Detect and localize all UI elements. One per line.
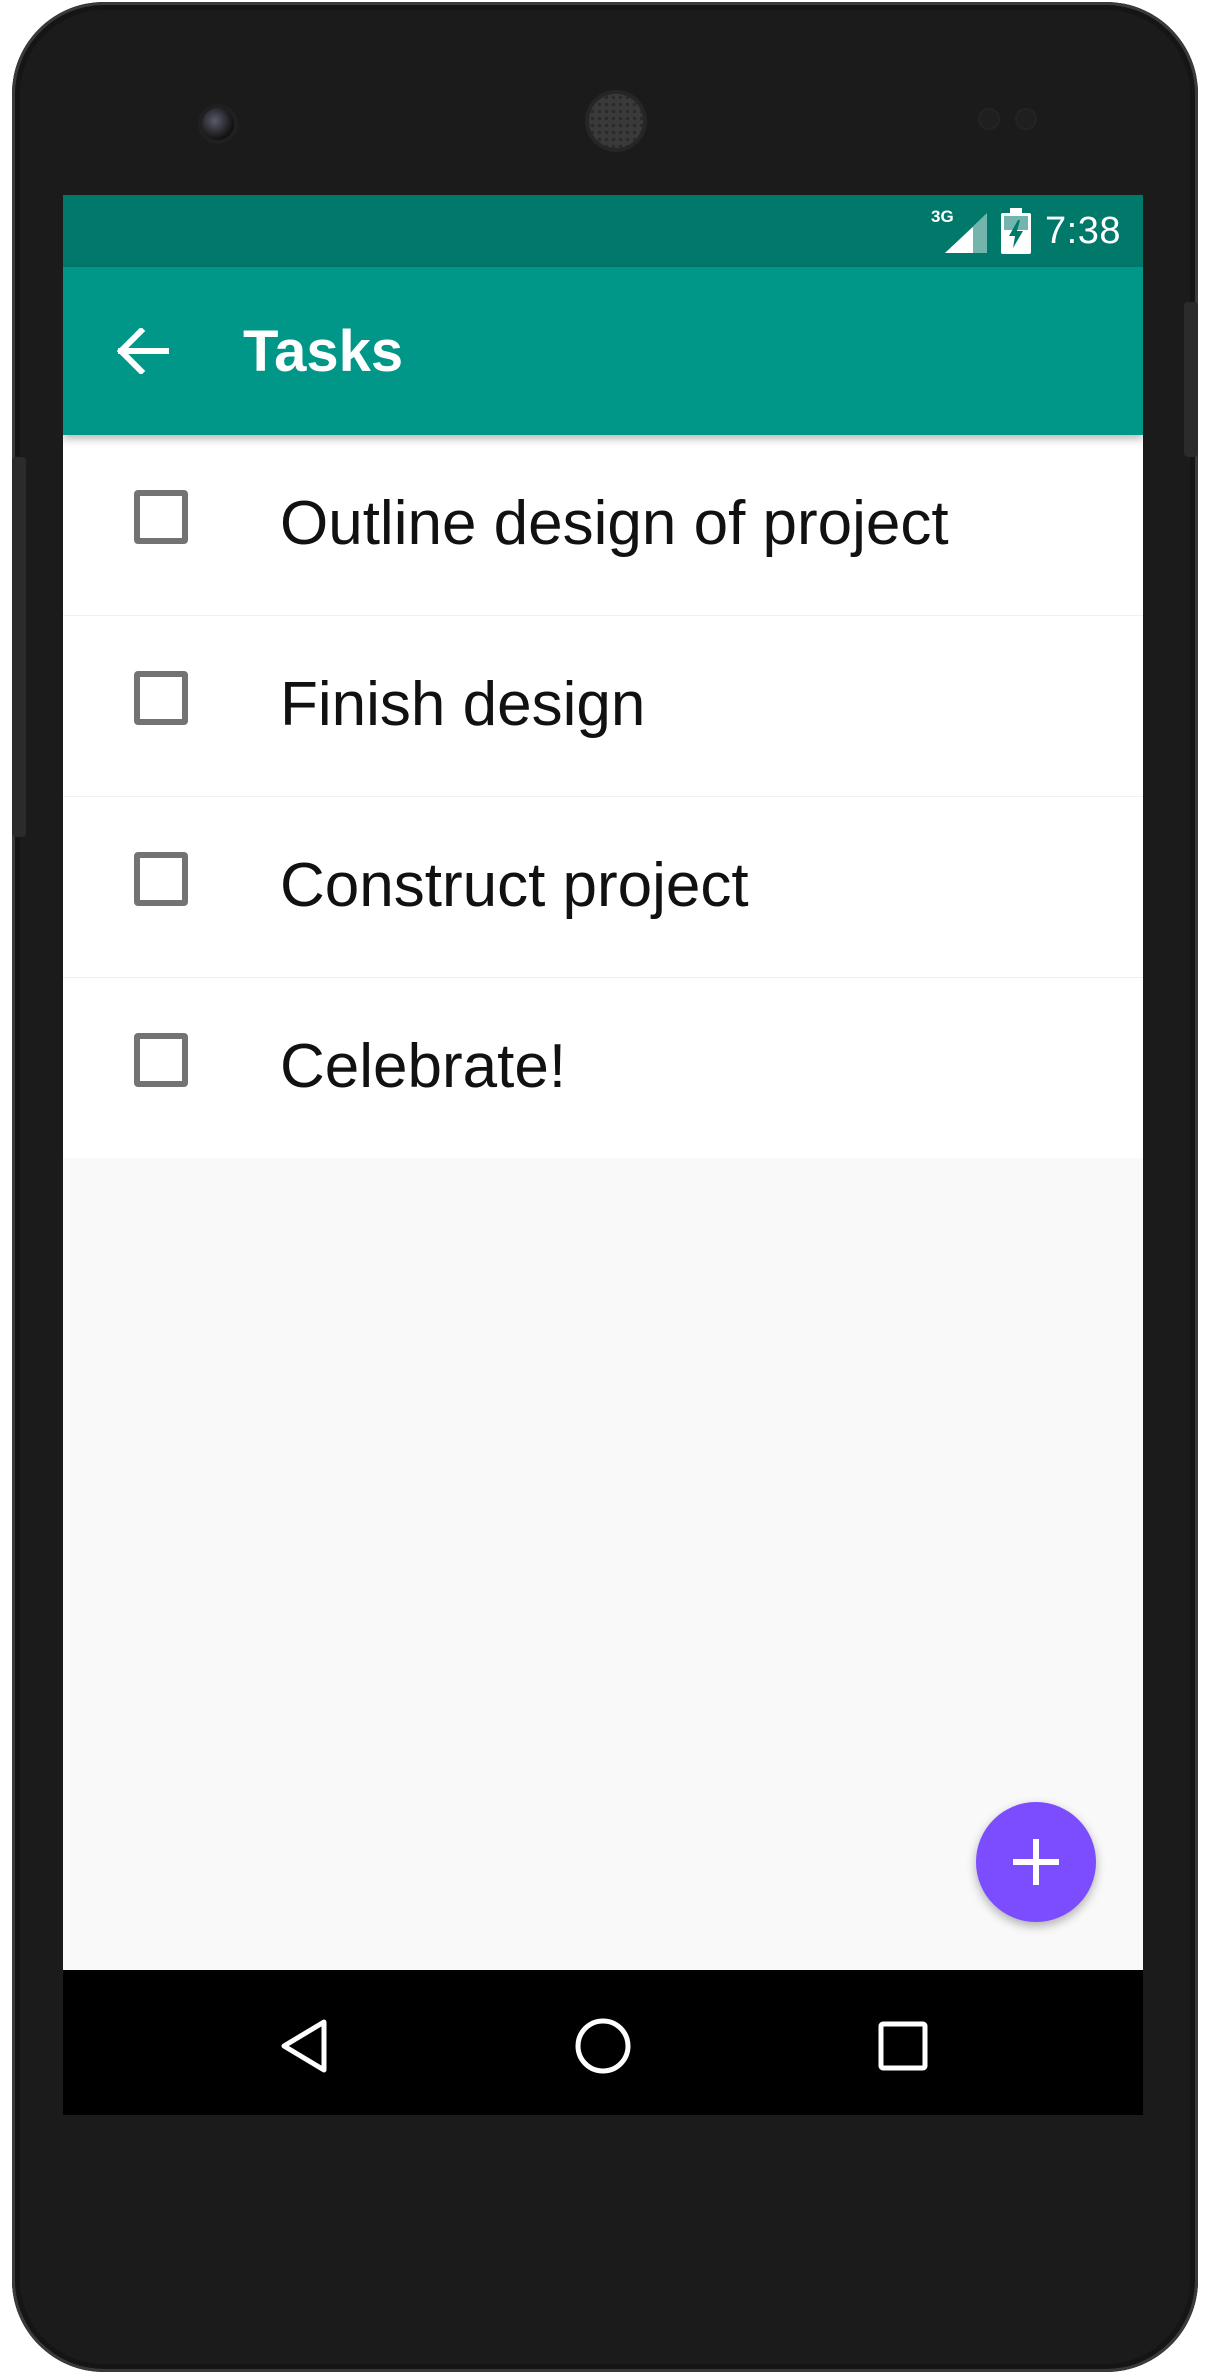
task-label: Celebrate! [280, 1032, 567, 1101]
power-button [1184, 302, 1198, 457]
back-triangle-icon [281, 2019, 327, 2073]
task-row[interactable]: Finish design [63, 616, 1143, 797]
task-label: Finish design [280, 670, 646, 739]
recents-square-icon [878, 2021, 928, 2071]
task-row[interactable]: Construct project [63, 797, 1143, 978]
signal-indicator: 3G [931, 207, 988, 253]
task-row[interactable]: Outline design of project [63, 435, 1143, 616]
nav-home-button[interactable] [563, 2006, 643, 2086]
battery-indicator [1001, 208, 1032, 254]
task-list: Outline design of project Finish design … [63, 435, 1143, 1158]
task-label: Outline design of project [280, 489, 949, 558]
back-button[interactable] [111, 319, 175, 383]
page-title: Tasks [243, 319, 404, 384]
add-task-button[interactable] [976, 1802, 1096, 1922]
arrow-back-icon [117, 328, 169, 374]
task-checkbox[interactable] [134, 671, 188, 725]
status-icons: 3G 7:38 [931, 207, 1121, 255]
plus-icon [1013, 1839, 1059, 1885]
screen: 3G 7:38 Tasks Outline design of project … [63, 195, 1143, 2115]
light-sensor [1017, 110, 1035, 128]
nav-recents-button[interactable] [863, 2006, 943, 2086]
task-checkbox[interactable] [134, 852, 188, 906]
status-clock: 7:38 [1045, 209, 1121, 252]
proximity-sensor [980, 110, 998, 128]
earpiece-speaker [589, 94, 643, 148]
navigation-bar [63, 1970, 1143, 2115]
task-label: Construct project [280, 851, 749, 920]
volume-button [12, 457, 26, 837]
task-checkbox[interactable] [134, 1033, 188, 1087]
task-checkbox[interactable] [134, 490, 188, 544]
task-row[interactable]: Celebrate! [63, 978, 1143, 1158]
app-bar: Tasks [63, 267, 1143, 435]
nav-back-button[interactable] [263, 2006, 343, 2086]
home-circle-icon [575, 2018, 631, 2074]
status-bar: 3G 7:38 [63, 195, 1143, 267]
front-camera [202, 108, 234, 140]
signal-icon [945, 213, 988, 253]
battery-charging-icon [1001, 208, 1032, 254]
